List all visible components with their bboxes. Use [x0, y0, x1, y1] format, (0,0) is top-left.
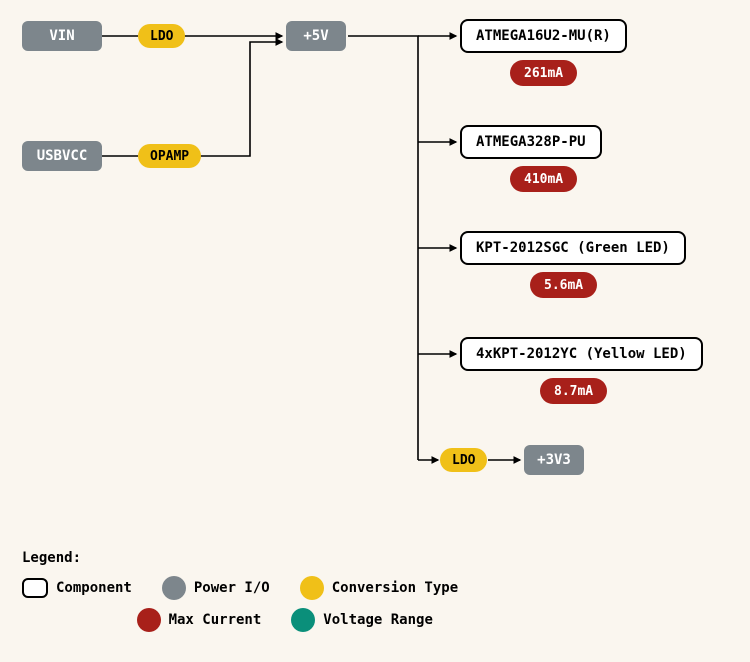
legend-item-max-current: Max Current — [137, 608, 262, 632]
max-current-atmega328p: 410mA — [510, 166, 577, 192]
legend-current-label: Max Current — [169, 612, 262, 628]
legend-item-power-io: Power I/O — [162, 576, 270, 600]
legend-item-voltage-range: Voltage Range — [291, 608, 433, 632]
legend-title: Legend: — [22, 550, 458, 566]
comp3-current: 8.7mA — [554, 384, 593, 399]
ldo-3v3-label: LDO — [452, 453, 475, 468]
legend-item-component: Component — [22, 576, 132, 600]
rail-3v3-label: +3V3 — [537, 452, 571, 468]
legend-swatch-component — [22, 578, 48, 598]
max-current-yellow-led: 8.7mA — [540, 378, 607, 404]
power-input-vin: VIN — [22, 21, 102, 51]
legend-io-label: Power I/O — [194, 580, 270, 596]
comp1-label: ATMEGA328P-PU — [476, 134, 586, 150]
legend: Legend: Component Power I/O Conversion T… — [22, 550, 458, 640]
legend-conversion-label: Conversion Type — [332, 580, 458, 596]
ldo-top-label: LDO — [150, 29, 173, 44]
legend-swatch-io — [162, 576, 186, 600]
legend-swatch-conversion — [300, 576, 324, 600]
max-current-atmega16u2: 261mA — [510, 60, 577, 86]
component-green-led: KPT-2012SGC (Green LED) — [460, 231, 686, 265]
power-input-usbvcc: USBVCC — [22, 141, 102, 171]
rail-3v3: +3V3 — [524, 445, 584, 475]
comp0-label: ATMEGA16U2-MU(R) — [476, 28, 611, 44]
legend-swatch-voltage — [291, 608, 315, 632]
converter-ldo-3v3: LDO — [440, 448, 487, 472]
legend-component-label: Component — [56, 580, 132, 596]
component-atmega328p: ATMEGA328P-PU — [460, 125, 602, 159]
comp3-label: 4xKPT-2012YC (Yellow LED) — [476, 346, 687, 362]
component-yellow-led: 4xKPT-2012YC (Yellow LED) — [460, 337, 703, 371]
comp2-label: KPT-2012SGC (Green LED) — [476, 240, 670, 256]
component-atmega16u2: ATMEGA16U2-MU(R) — [460, 19, 627, 53]
opamp-label: OPAMP — [150, 149, 189, 164]
comp0-current: 261mA — [524, 66, 563, 81]
power-tree-diagram: { "inputs": { "vin": "VIN", "usbvcc": "U… — [0, 0, 750, 662]
converter-opamp: OPAMP — [138, 144, 201, 168]
legend-voltage-label: Voltage Range — [323, 612, 433, 628]
rail-5v: +5V — [286, 21, 346, 51]
comp1-current: 410mA — [524, 172, 563, 187]
rail-5v-label: +5V — [303, 28, 328, 44]
max-current-green-led: 5.6mA — [530, 272, 597, 298]
legend-swatch-current — [137, 608, 161, 632]
converter-ldo-top: LDO — [138, 24, 185, 48]
vin-label: VIN — [49, 28, 74, 44]
usbvcc-label: USBVCC — [37, 148, 88, 164]
legend-item-conversion: Conversion Type — [300, 576, 458, 600]
comp2-current: 5.6mA — [544, 278, 583, 293]
